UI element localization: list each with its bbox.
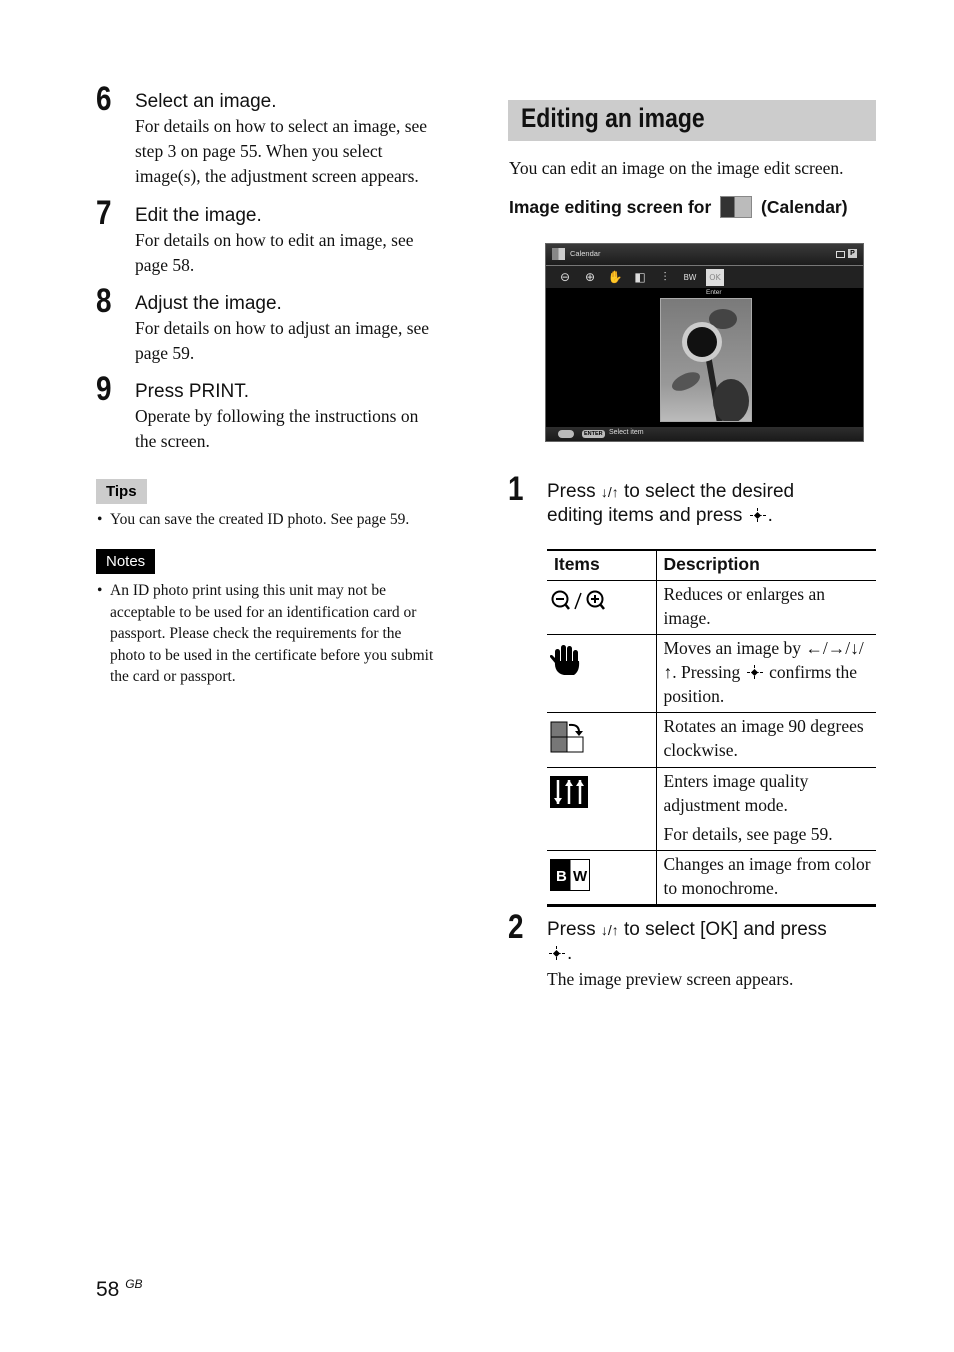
down-up-arrow-icon: ↓/↑	[600, 922, 619, 938]
table-row: Reduces or enlarges an image.	[547, 580, 876, 635]
table-row: Moves an image by ←/→/↓/ ↑. Pressing con…	[547, 634, 876, 713]
region-code: GB	[125, 1277, 143, 1291]
screen-subheading: Image editing screen for (Calendar)	[509, 196, 848, 218]
bullet: •	[97, 511, 103, 528]
enter-caption: Enter	[706, 289, 722, 296]
section-heading: Editing an image	[508, 100, 876, 141]
enter-control-icon	[749, 508, 766, 522]
step-title: Press ↓/↑ to select the desired editing …	[547, 481, 795, 526]
step-body: For details on how to select an image, s…	[135, 116, 428, 186]
sunflower-photo	[660, 298, 752, 422]
section-title: Editing an image	[521, 103, 705, 133]
notes-label: Notes	[96, 549, 156, 574]
bw-icon[interactable]: BW	[681, 269, 699, 286]
row-description: Enters image quality adjustment mode. Fo…	[656, 767, 876, 851]
row-description: Rotates an image 90 degrees clockwise.	[656, 712, 876, 768]
notes-item: • An ID photo print using this unit may …	[97, 582, 434, 685]
hand-icon[interactable]: ✋	[606, 269, 624, 286]
step-number: 7	[96, 194, 112, 232]
image-quality-adjust-icon	[550, 775, 588, 808]
step-number: 2	[508, 908, 524, 946]
calendar-thumbnail-icon	[720, 196, 753, 218]
table-row: Rotates an image 90 degrees clockwise.	[547, 712, 876, 768]
step-title: Edit the image.	[135, 205, 262, 226]
rotate-icon[interactable]: ◧	[631, 269, 649, 286]
footer-hint: Select item	[609, 429, 644, 436]
step-title: Adjust the image.	[135, 293, 282, 314]
row-description: Reduces or enlarges an image.	[656, 580, 876, 635]
zoom-in-icon[interactable]: ⊕	[581, 269, 599, 286]
bullet: •	[97, 582, 103, 599]
enter-control-icon	[746, 664, 763, 679]
screen-titlebar: Calendar P	[546, 244, 863, 266]
page-number: 58 GB	[96, 1277, 143, 1301]
step-title: Press PRINT.	[135, 381, 250, 402]
enter-control-icon	[549, 946, 565, 960]
display-icon	[836, 251, 845, 258]
down-up-arrow-icon: ↓/↑	[600, 484, 619, 500]
step-number: 6	[96, 80, 112, 118]
step-number: 9	[96, 370, 112, 408]
step-body: The image preview screen appears.	[547, 969, 794, 989]
enter-icon[interactable]: OK	[706, 269, 724, 286]
items-table: Items Description Reduces or enlarges an…	[547, 549, 876, 907]
edit-screen-mockup: Calendar P ⊖ ⊕ ✋ ◧ ⫶ BW OK Enter ENTER S…	[545, 243, 864, 442]
table-row: Enters image quality adjustment mode. Fo…	[547, 767, 876, 851]
left-right-key-icon	[558, 430, 574, 438]
zoom-out-icon[interactable]: ⊖	[556, 269, 574, 286]
row-description: Changes an image from color to monochrom…	[656, 850, 876, 907]
enter-key-icon: ENTER	[582, 430, 605, 438]
zoom-out-zoom-in-icon	[551, 590, 605, 610]
section-intro: You can edit an image on the image edit …	[509, 158, 844, 178]
svg-text:B: B	[556, 868, 567, 885]
step-body: For details on how to edit an image, see…	[135, 230, 414, 275]
step-8: 8 Adjust the image. For details on how t…	[96, 282, 476, 370]
calendar-thumbnail-icon	[552, 248, 565, 260]
step-2: 2 Press ↓/↑ to select [OK] and press . T…	[508, 908, 888, 996]
row-description: Moves an image by ←/→/↓/ ↑. Pressing con…	[656, 634, 876, 713]
table-header-row: Items Description	[547, 549, 876, 581]
adjust-icon[interactable]: ⫶	[656, 269, 674, 286]
tips-item: • You can save the created ID photo. See…	[97, 509, 470, 531]
tips-label: Tips	[96, 479, 147, 504]
hand-icon	[549, 644, 580, 675]
header-items: Items	[547, 549, 657, 581]
screen-footer: ENTER Select item	[546, 427, 863, 441]
step-body: Operate by following the instructions on…	[135, 406, 419, 451]
step-9: 9 Press PRINT. Operate by following the …	[96, 370, 476, 458]
step-title: Press ↓/↑ to select [OK] and press .	[547, 919, 827, 964]
step-body: For details on how to adjust an image, s…	[135, 318, 430, 363]
step-6: 6 Select an image. For details on how to…	[96, 80, 476, 193]
black-white-icon: B W	[550, 858, 590, 891]
step-1: 1 Press ↓/↑ to select the desired editin…	[508, 470, 888, 533]
header-description: Description	[656, 549, 876, 581]
screen-title: Calendar	[570, 249, 601, 258]
screen-toolbar: ⊖ ⊕ ✋ ◧ ⫶ BW OK	[546, 266, 863, 288]
step-7: 7 Edit the image. For details on how to …	[96, 194, 476, 282]
table-row: B W Changes an image from color to monoc…	[547, 850, 876, 907]
step-number: 8	[96, 282, 112, 320]
rotate-icon	[550, 721, 584, 752]
svg-text:W: W	[573, 868, 588, 885]
print-icon: P	[848, 249, 857, 258]
step-number: 1	[508, 470, 524, 508]
step-title: Select an image.	[135, 91, 277, 112]
